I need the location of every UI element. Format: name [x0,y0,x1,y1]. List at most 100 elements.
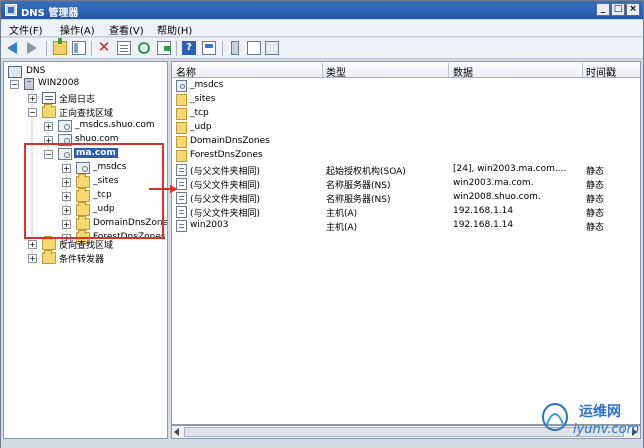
view-icon[interactable] [202,41,216,55]
list-row[interactable]: (与父文件夹相同) 起始授权机构(SOA) [24], win2003.ma.c… [172,163,640,177]
column-header-data[interactable]: 数据 [453,64,473,79]
list-row[interactable]: (与父文件夹相同) 名称服务器(NS) win2008.shuo.com. 静态 [172,191,640,205]
cell-name: (与父文件夹相同) [190,181,261,191]
back-icon[interactable] [7,41,21,55]
records-list[interactable]: 名称 类型 数据 时间戳 _msdcs _sites _tcp _udp Dom… [171,61,641,425]
maximize-button[interactable]: □ [611,3,625,16]
cell-name: win2003 [190,220,229,230]
menu-bar: 文件(F) 操作(A) 查看(V) 帮助(H) [1,20,643,37]
menu-help[interactable]: 帮助(H) [157,22,192,37]
cell-type: 主机(A) [326,223,358,233]
properties-icon[interactable] [117,41,131,55]
tree-item-forward-lookup-zones[interactable]: − 正向查找区域 [4,104,164,119]
tree-item-label: 条件转发器 [59,255,105,265]
close-button[interactable]: × [626,3,640,16]
expand-toggle[interactable]: + [28,240,37,249]
tree-item-label: WIN2008 [38,78,80,88]
tree-item-label: DNS [26,66,46,76]
menu-file[interactable]: 文件(F) [9,22,43,37]
folder-icon [176,94,187,106]
annotation-arrow-icon [149,185,178,193]
folder-icon [176,136,187,148]
refresh-icon[interactable] [138,42,150,54]
expand-toggle[interactable]: + [28,254,37,263]
cell-type: 名称服务器(NS) [326,195,391,205]
folder-icon [176,150,187,162]
cell-data: win2003.ma.com. [453,178,534,188]
title-bar[interactable]: DNS 管理器 _ □ × [1,1,643,19]
list-row[interactable]: ForestDnsZones [172,149,640,163]
server-icon [24,78,34,90]
list-row[interactable]: _udp [172,121,640,135]
cell-name: (与父文件夹相同) [190,195,261,205]
cell-timestamp: 静态 [586,167,605,177]
list-row[interactable]: win2003 主机(A) 192.168.1.14 静态 [172,219,640,233]
watermark-text: 运维网 [579,404,621,420]
menu-view[interactable]: 查看(V) [109,22,144,37]
toolbar-separator [176,41,177,56]
help-icon[interactable]: ? [182,41,196,55]
cell-type: 名称服务器(NS) [326,181,391,191]
record-icon [176,206,187,218]
tree-item-label: 正向查找区域 [59,109,114,119]
annotation-highlight-box [24,143,164,239]
cell-timestamp: 静态 [586,181,605,191]
column-divider[interactable] [582,63,583,77]
list-row[interactable]: _msdcs [172,79,640,93]
list-row[interactable]: _tcp [172,107,640,121]
menu-action[interactable]: 操作(A) [60,22,95,37]
cell-timestamp: 静态 [586,223,605,233]
folder-icon [42,236,56,250]
list-row[interactable]: _sites [172,93,640,107]
cell-timestamp: 静态 [586,209,605,219]
tree-item-reverse-lookup-zones[interactable]: + 反向查找区域 [4,236,164,251]
settings-icon[interactable] [265,41,279,55]
up-folder-icon[interactable] [53,38,67,55]
column-divider[interactable] [322,63,323,77]
collapse-toggle[interactable]: − [28,108,37,117]
cell-data: [24], win2003.ma.com.... [453,164,567,174]
cell-name: _tcp [190,108,209,118]
scroll-left-icon[interactable] [174,428,179,436]
forward-icon[interactable] [27,41,41,55]
status-bar [1,440,643,448]
delete-icon[interactable]: ✕ [97,40,111,55]
folder-icon [176,108,187,120]
document-icon[interactable] [247,41,261,55]
tree-pane[interactable]: DNS − WIN2008 + 全局日志 − 正向查找区域 + _msdcs.s… [3,61,168,439]
cell-name: _udp [190,122,212,132]
column-header-timestamp[interactable]: 时间戳 [586,64,616,79]
record-icon [176,164,187,176]
list-row[interactable]: (与父文件夹相同) 名称服务器(NS) win2003.ma.com. 静态 [172,177,640,191]
server-icon[interactable] [231,41,239,55]
cell-name: _sites [190,94,216,104]
collapse-toggle[interactable]: − [10,80,19,89]
list-row[interactable]: DomainDnsZones [172,135,640,149]
show-hide-tree-icon[interactable] [72,41,86,55]
tree-item-global-logs[interactable]: + 全局日志 [4,91,164,105]
cell-type: 起始授权机构(SOA) [326,167,406,177]
minimize-button[interactable]: _ [596,3,610,16]
cell-name: (与父文件夹相同) [190,167,261,177]
toolbar-separator [46,41,47,56]
expand-toggle[interactable]: + [28,94,37,103]
export-list-icon[interactable] [157,41,171,55]
tree-item-msdcs-shuo-com[interactable]: + _msdcs.shuo.com [4,119,164,133]
cell-data: 192.168.1.14 [453,206,514,216]
tree-item-label: _msdcs.shuo.com [75,120,155,130]
cell-name: DomainDnsZones [190,136,270,146]
cell-timestamp: 静态 [586,195,605,205]
record-icon [176,220,187,232]
column-header-type[interactable]: 类型 [326,64,346,79]
tree-item-conditional-forwarders[interactable]: + 条件转发器 [4,250,164,265]
column-divider[interactable] [448,63,449,77]
tree-item-win2008[interactable]: − WIN2008 [4,77,164,91]
column-header-name[interactable]: 名称 [176,64,196,79]
cell-name: _msdcs [190,80,224,90]
expand-toggle[interactable]: + [44,122,53,131]
watermark: 运维网 iyunv.com [541,396,641,440]
watermark-url: iyunv.com [573,422,640,437]
zone-icon [58,120,72,132]
list-row[interactable]: (与父文件夹相同) 主机(A) 192.168.1.14 静态 [172,205,640,219]
cell-name: ForestDnsZones [190,150,263,160]
